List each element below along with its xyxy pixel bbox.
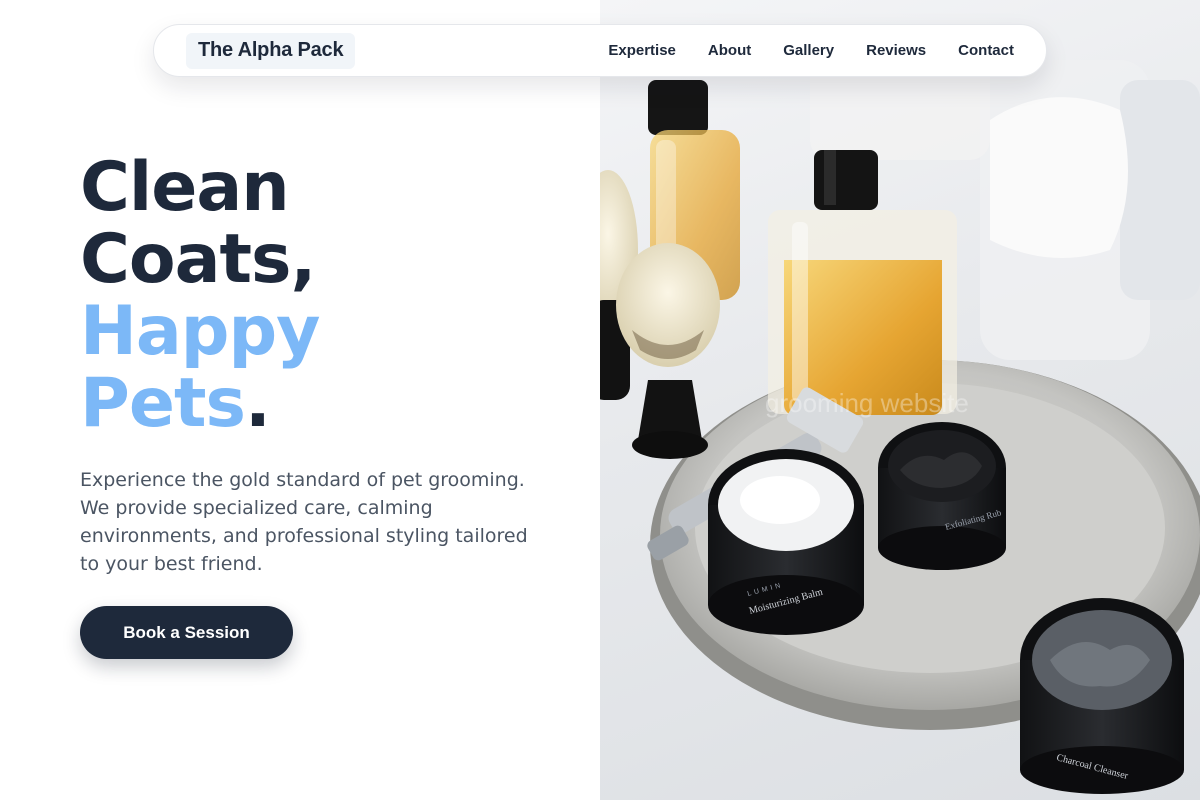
headline-period: . xyxy=(244,364,271,443)
hero-description: Experience the gold standard of pet groo… xyxy=(80,469,528,575)
top-navbar: The Alpha Pack Expertise About Gallery R… xyxy=(153,24,1047,77)
nav-link-gallery[interactable]: Gallery xyxy=(783,42,834,59)
headline-line-clean: Clean xyxy=(80,148,290,227)
nav-link-reviews[interactable]: Reviews xyxy=(866,42,926,59)
nav-link-expertise[interactable]: Expertise xyxy=(608,42,676,59)
brand-logo[interactable]: The Alpha Pack xyxy=(186,32,356,69)
hero-section: Clean Coats, Happy Pets. Experience the … xyxy=(80,152,580,659)
watermark-text: grooming website xyxy=(765,388,969,418)
book-session-button[interactable]: Book a Session xyxy=(80,606,293,659)
headline-line-pets: Pets. xyxy=(80,368,580,440)
nav-link-contact[interactable]: Contact xyxy=(958,42,1014,59)
nav-links: Expertise About Gallery Reviews Contact xyxy=(608,42,1014,59)
hero-headline: Clean Coats, Happy Pets. xyxy=(80,152,580,440)
headline-pets-word: Pets xyxy=(80,364,246,443)
headline-line-happy: Happy xyxy=(80,292,320,371)
grooming-products-illustration: Exfoliating Rub LUMIN Moisturizing Balm … xyxy=(600,40,1200,794)
headline-line-coats: Coats, xyxy=(80,220,316,299)
hero-photo: Exfoliating Rub LUMIN Moisturizing Balm … xyxy=(600,0,1200,800)
nav-link-about[interactable]: About xyxy=(708,42,751,59)
